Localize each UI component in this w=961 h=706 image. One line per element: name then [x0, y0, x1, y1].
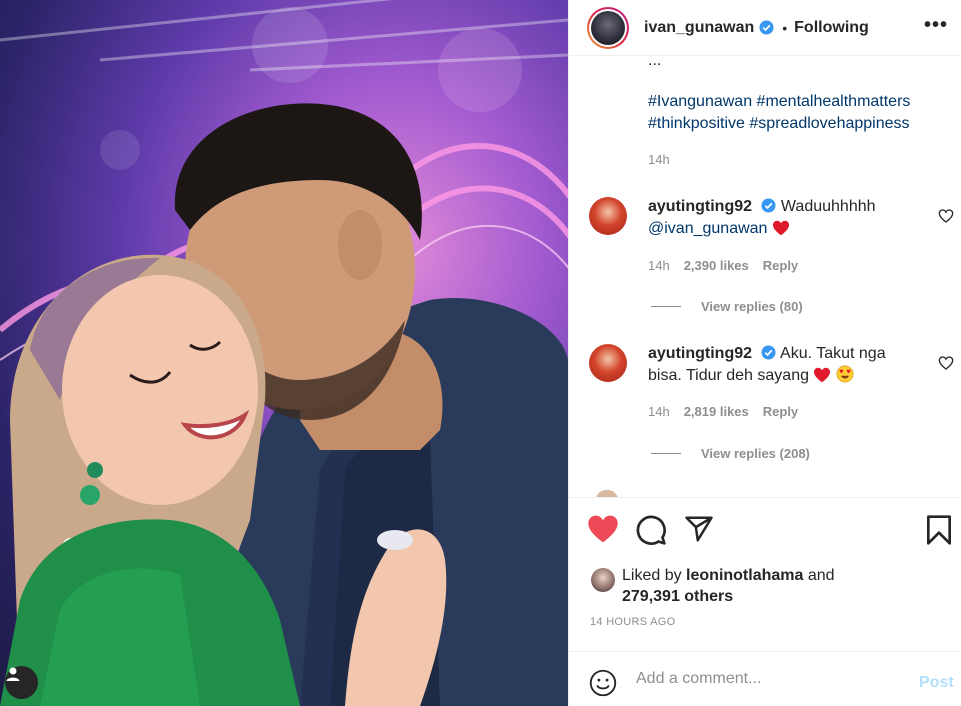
commenter-avatar[interactable]	[589, 197, 627, 235]
post-header: ivan_gunawan • Following •••	[569, 0, 961, 56]
liker-username[interactable]: leoninotlahama	[686, 567, 803, 584]
post-details-panel: ivan_gunawan • Following ••• ... #Ivangu…	[568, 0, 961, 706]
mention-link[interactable]: @ivan_gunawan	[648, 220, 767, 237]
likes-section: Liked by leoninotlahama and 279,391 othe…	[569, 561, 961, 651]
smile-icon[interactable]	[589, 669, 617, 697]
heart-icon[interactable]	[587, 514, 619, 544]
comment-meta: 14h 2,819 likes Reply	[648, 404, 798, 419]
hashtag-link[interactable]: #mentalhealthmatters	[757, 93, 911, 110]
liked-by-and: and	[807, 567, 835, 584]
commenter-avatar[interactable]	[589, 344, 627, 382]
post-photo[interactable]	[0, 0, 568, 706]
caption-hashtags: #Ivangunawan #mentalhealthmatters #think…	[648, 91, 948, 135]
comment-text: ayutingting92 Waduuhhhhh @ivan_gunawan	[648, 196, 923, 240]
hashtag-link[interactable]: #Ivangunawan	[648, 93, 752, 110]
commenter-avatar[interactable]	[596, 490, 618, 497]
comments-list[interactable]: ... #Ivangunawan #mentalhealthmatters #t…	[569, 56, 961, 497]
user-tag-icon	[6, 667, 20, 681]
header-separator: •	[782, 19, 788, 36]
comment-icon[interactable]	[635, 514, 667, 546]
comment-time: 14h	[648, 404, 670, 419]
view-replies-button[interactable]: View replies (80)	[651, 299, 803, 314]
caption-time: 14h	[648, 152, 670, 167]
comment-input[interactable]	[636, 670, 906, 688]
comment-likes[interactable]: 2,819 likes	[684, 404, 749, 419]
reply-button[interactable]: Reply	[763, 404, 798, 419]
comment-like-heart-icon[interactable]	[938, 208, 954, 224]
add-comment-bar: Post	[569, 651, 961, 706]
comment-message: Waduuhhhhh	[780, 198, 876, 215]
author-avatar[interactable]	[587, 6, 629, 49]
post-action-bar	[569, 497, 961, 561]
comment-meta: 14h 2,390 likes Reply	[648, 258, 798, 273]
commenter-username[interactable]: ayutingting92	[648, 198, 752, 215]
liked-by-prefix: Liked by	[622, 567, 682, 584]
share-icon[interactable]	[683, 514, 715, 544]
liker-avatar[interactable]	[591, 568, 615, 592]
comment-likes[interactable]: 2,390 likes	[684, 258, 749, 273]
hashtag-link[interactable]: #thinkpositive	[648, 115, 745, 132]
likes-count[interactable]: 279,391 others	[622, 588, 733, 605]
comment-text: ayutingting92 Aku. Takut nga bisa. Tidur…	[648, 343, 923, 387]
post-button[interactable]: Post	[919, 674, 954, 692]
author-username[interactable]: ivan_gunawan	[644, 19, 754, 37]
caption-text: ...	[648, 56, 662, 69]
view-replies-button[interactable]: View replies (208)	[651, 446, 810, 461]
heart-eyes-emoji-icon	[836, 365, 854, 383]
user-tag-button[interactable]	[5, 666, 38, 699]
comment-like-heart-icon[interactable]	[938, 355, 954, 371]
hashtag-link[interactable]: #spreadlovehappiness	[749, 115, 909, 132]
view-replies-label: View replies (208)	[701, 446, 810, 461]
view-replies-label: View replies (80)	[701, 299, 803, 314]
following-button[interactable]: Following	[794, 19, 869, 37]
more-icon[interactable]: •••	[924, 14, 948, 37]
comment-time: 14h	[648, 258, 670, 273]
liked-by-text: Liked by leoninotlahama and 279,391 othe…	[622, 565, 835, 607]
verified-icon	[759, 20, 774, 35]
photo-illustration	[0, 0, 568, 706]
verified-icon	[761, 198, 776, 213]
post-timestamp[interactable]: 14 HOURS AGO	[590, 616, 676, 628]
red-heart-emoji-icon	[772, 220, 789, 236]
commenter-username[interactable]: ayutingting92	[648, 345, 752, 362]
bookmark-icon[interactable]	[925, 514, 953, 546]
verified-icon	[761, 345, 776, 360]
reply-button[interactable]: Reply	[763, 258, 798, 273]
red-heart-emoji-icon	[814, 367, 831, 383]
